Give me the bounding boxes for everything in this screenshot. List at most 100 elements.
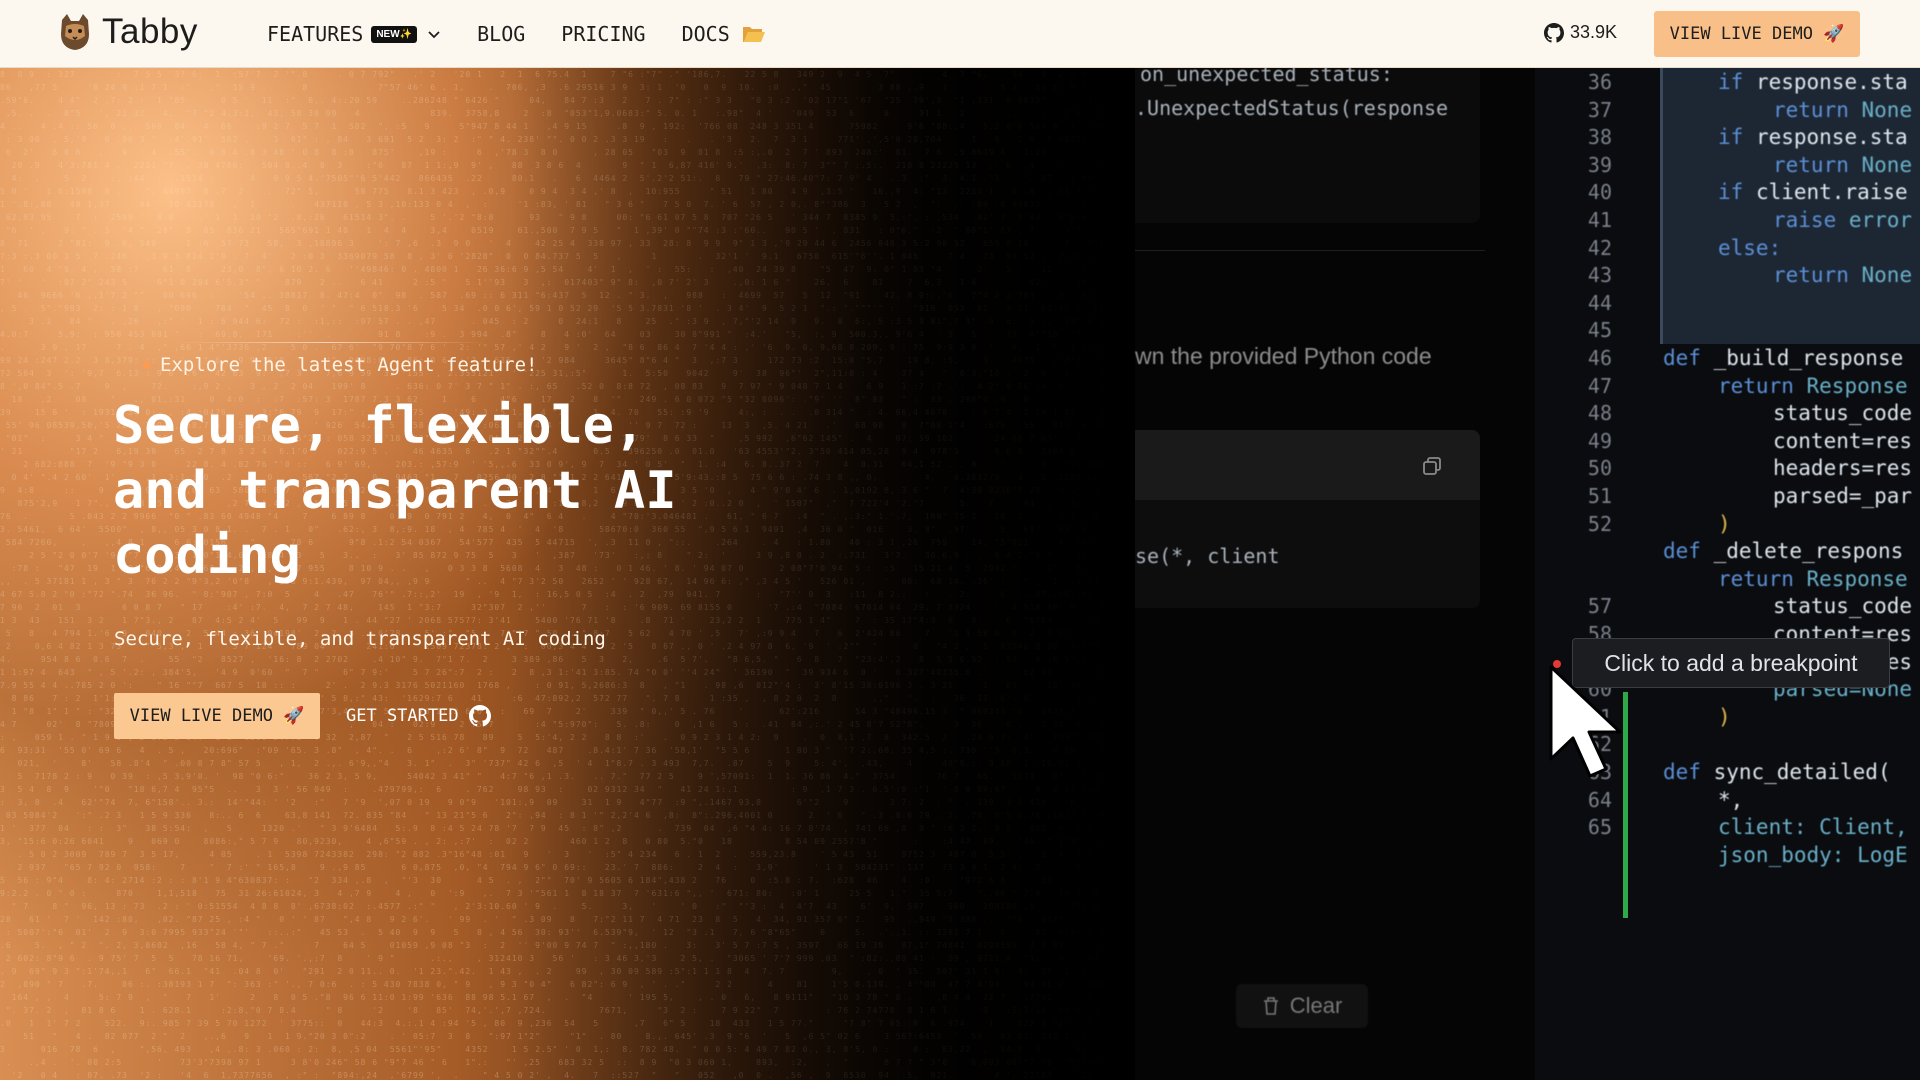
menu-docs-label: DOCS [681, 22, 730, 46]
code-text: sync_detailed( [1713, 760, 1891, 784]
menu-pricing[interactable]: PRICING [561, 22, 645, 46]
line-number[interactable]: 38 [1548, 125, 1612, 149]
clear-button[interactable]: Clear [1236, 984, 1368, 1028]
code-line: return Response [1718, 374, 1908, 398]
tabby-cat-icon [61, 14, 89, 50]
code-keyword: return [1773, 97, 1862, 122]
line-number[interactable]: 57 [1548, 594, 1612, 618]
code-keyword: if [1718, 125, 1756, 150]
menu-features[interactable]: FEATURES NEW✨ [267, 22, 441, 46]
copy-icon[interactable] [1422, 456, 1442, 476]
code-line: if response.sta [1718, 70, 1908, 94]
code-text: ) [1718, 704, 1731, 729]
code-text: client.raise [1755, 180, 1908, 205]
code-keyword: return [1718, 566, 1807, 591]
code-line: client: Client, [1718, 815, 1908, 839]
announcement-dot [143, 361, 150, 369]
code-text: error [1848, 208, 1913, 232]
menu-docs[interactable]: DOCS [682, 22, 766, 46]
code-line: return None [1773, 153, 1912, 177]
menu-blog[interactable]: BLOG [477, 22, 525, 46]
trash-icon [1263, 997, 1278, 1015]
line-number[interactable]: 37 [1548, 98, 1612, 122]
code-lines: if response.sta return None if response.st… [1663, 68, 1920, 1080]
code-line: *, [1718, 788, 1743, 812]
code-text: None [1861, 152, 1913, 177]
hero-subtitle: Secure, flexible, and transparent AI cod… [114, 628, 606, 650]
code-keyword: return [1773, 152, 1862, 177]
code-text: _delete_respons [1713, 539, 1904, 564]
code-keyword: def [1663, 539, 1714, 564]
announcement-link[interactable]: Explore the latest Agent feature! [143, 354, 538, 376]
line-number[interactable]: 36 [1548, 70, 1612, 94]
line-number[interactable]: 51 [1548, 484, 1612, 508]
code-text: client: Client, [1718, 815, 1908, 840]
github-stars-link[interactable]: 33.9K [1544, 22, 1617, 43]
code-line: content=res [1773, 429, 1912, 453]
hero-view-live-demo-button[interactable]: VIEW LIVE DEMO 🚀 [114, 693, 320, 739]
code-line: def _delete_respons [1663, 539, 1903, 563]
code-keyword: return [1718, 373, 1807, 398]
line-number[interactable]: 40 [1548, 180, 1612, 204]
line-number[interactable]: 39 [1548, 153, 1612, 177]
code-text: None [1861, 97, 1913, 122]
code-line: return None [1773, 98, 1912, 122]
code-line: ) [1718, 512, 1731, 536]
new-badge: NEW✨ [371, 25, 418, 43]
main-menu: FEATURES NEW✨ BLOG PRICING DOCS [267, 0, 802, 68]
line-number[interactable]: 47 [1548, 374, 1612, 398]
code-line: def _build_response [1663, 346, 1903, 370]
code-keyword: def [1663, 760, 1714, 784]
line-number[interactable]: 52 [1548, 512, 1612, 536]
code-text: parsed=_par [1773, 484, 1913, 508]
chat-divider [1135, 250, 1485, 251]
chat-code-line: se(*, client [1135, 544, 1280, 568]
line-number[interactable]: 49 [1548, 429, 1612, 453]
github-icon [1544, 22, 1564, 43]
code-text: ) [1718, 511, 1731, 536]
code-line: return Response [1718, 567, 1908, 591]
code-text: headers=res [1773, 456, 1913, 481]
code-text: response.sta [1755, 125, 1908, 150]
code-keyword: def [1663, 346, 1714, 370]
top-navbar: Tabby FEATURES NEW✨ BLOG PRICING DOCS 33… [0, 0, 1920, 68]
code-text: Response [1806, 373, 1908, 398]
line-number[interactable]: 46 [1548, 346, 1612, 370]
mouse-pointer-icon [1549, 665, 1622, 778]
line-number[interactable]: 50 [1548, 456, 1612, 480]
announcement-divider [175, 342, 485, 343]
get-started-button[interactable]: GET STARTED [346, 693, 491, 739]
clear-button-label: Clear [1289, 993, 1343, 1018]
nav-view-live-demo-button[interactable]: VIEW LIVE DEMO 🚀 [1654, 11, 1860, 57]
code-keyword: else: [1718, 235, 1782, 260]
line-number[interactable]: 45 [1548, 318, 1612, 342]
chevron-down-icon [428, 31, 440, 39]
code-line: status_code [1773, 594, 1912, 618]
line-number[interactable]: 65 [1548, 815, 1612, 839]
code-line: raise error [1773, 208, 1912, 232]
code-text: None [1861, 263, 1913, 288]
line-number[interactable]: 48 [1548, 401, 1612, 425]
line-number[interactable]: 64 [1548, 788, 1612, 812]
line-number[interactable]: 44 [1548, 291, 1612, 315]
code-line: status_code [1773, 401, 1912, 425]
code-text: json_body: LogE [1718, 842, 1908, 867]
code-line: def sync_detailed( [1663, 760, 1891, 784]
code-text: status_code [1773, 401, 1913, 426]
code-line: json_body: LogE [1718, 843, 1908, 867]
code-keyword: raise [1773, 208, 1849, 232]
code-text: _build_response [1713, 346, 1904, 370]
line-number[interactable]: 41 [1548, 208, 1612, 232]
code-text: status_code [1773, 594, 1913, 619]
code-line: if client.raise [1718, 180, 1908, 204]
code-line: if response.sta [1718, 125, 1908, 149]
line-number[interactable]: 43 [1548, 263, 1612, 287]
code-line: ) [1718, 705, 1731, 729]
menu-features-label: FEATURES [267, 22, 364, 46]
line-number[interactable]: 42 [1548, 236, 1612, 260]
code-text: *, [1718, 787, 1744, 812]
code-text: Response [1806, 566, 1908, 591]
code-keyword: if [1718, 70, 1756, 94]
get-started-label: GET STARTED [346, 706, 459, 726]
brand-logo[interactable]: Tabby [58, 12, 198, 52]
